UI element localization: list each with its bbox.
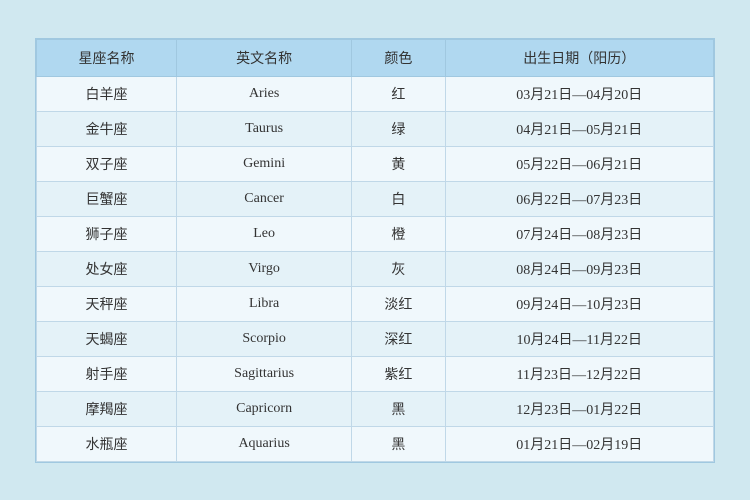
header-color: 颜色	[352, 39, 445, 76]
cell-english: Virgo	[177, 251, 352, 286]
cell-chinese: 水瓶座	[37, 426, 177, 461]
cell-chinese: 摩羯座	[37, 391, 177, 426]
table-body: 白羊座Aries红03月21日—04月20日金牛座Taurus绿04月21日—0…	[37, 76, 714, 461]
table-row: 天蝎座Scorpio深红10月24日—11月22日	[37, 321, 714, 356]
cell-english: Capricorn	[177, 391, 352, 426]
cell-chinese: 金牛座	[37, 111, 177, 146]
cell-color: 黑	[352, 391, 445, 426]
table-row: 双子座Gemini黄05月22日—06月21日	[37, 146, 714, 181]
cell-chinese: 处女座	[37, 251, 177, 286]
table-row: 处女座Virgo灰08月24日—09月23日	[37, 251, 714, 286]
table-row: 巨蟹座Cancer白06月22日—07月23日	[37, 181, 714, 216]
cell-date: 07月24日—08月23日	[445, 216, 713, 251]
cell-english: Aquarius	[177, 426, 352, 461]
cell-color: 黄	[352, 146, 445, 181]
cell-date: 04月21日—05月21日	[445, 111, 713, 146]
cell-date: 03月21日—04月20日	[445, 76, 713, 111]
cell-color: 紫红	[352, 356, 445, 391]
cell-english: Gemini	[177, 146, 352, 181]
table-row: 金牛座Taurus绿04月21日—05月21日	[37, 111, 714, 146]
cell-color: 白	[352, 181, 445, 216]
header-date: 出生日期（阳历）	[445, 39, 713, 76]
cell-date: 10月24日—11月22日	[445, 321, 713, 356]
cell-english: Taurus	[177, 111, 352, 146]
cell-color: 灰	[352, 251, 445, 286]
cell-chinese: 射手座	[37, 356, 177, 391]
cell-date: 12月23日—01月22日	[445, 391, 713, 426]
header-english: 英文名称	[177, 39, 352, 76]
table-header-row: 星座名称 英文名称 颜色 出生日期（阳历）	[37, 39, 714, 76]
cell-chinese: 巨蟹座	[37, 181, 177, 216]
cell-color: 深红	[352, 321, 445, 356]
cell-date: 11月23日—12月22日	[445, 356, 713, 391]
table-row: 水瓶座Aquarius黑01月21日—02月19日	[37, 426, 714, 461]
header-chinese: 星座名称	[37, 39, 177, 76]
cell-date: 06月22日—07月23日	[445, 181, 713, 216]
cell-english: Leo	[177, 216, 352, 251]
cell-english: Aries	[177, 76, 352, 111]
cell-chinese: 白羊座	[37, 76, 177, 111]
table-row: 天秤座Libra淡红09月24日—10月23日	[37, 286, 714, 321]
cell-english: Cancer	[177, 181, 352, 216]
cell-date: 05月22日—06月21日	[445, 146, 713, 181]
cell-english: Sagittarius	[177, 356, 352, 391]
table-row: 摩羯座Capricorn黑12月23日—01月22日	[37, 391, 714, 426]
cell-chinese: 天蝎座	[37, 321, 177, 356]
cell-color: 橙	[352, 216, 445, 251]
cell-date: 08月24日—09月23日	[445, 251, 713, 286]
cell-color: 红	[352, 76, 445, 111]
table-row: 狮子座Leo橙07月24日—08月23日	[37, 216, 714, 251]
cell-color: 绿	[352, 111, 445, 146]
cell-color: 淡红	[352, 286, 445, 321]
cell-english: Libra	[177, 286, 352, 321]
zodiac-table-container: 星座名称 英文名称 颜色 出生日期（阳历） 白羊座Aries红03月21日—04…	[35, 38, 715, 463]
zodiac-table: 星座名称 英文名称 颜色 出生日期（阳历） 白羊座Aries红03月21日—04…	[36, 39, 714, 462]
table-row: 射手座Sagittarius紫红11月23日—12月22日	[37, 356, 714, 391]
cell-date: 09月24日—10月23日	[445, 286, 713, 321]
cell-chinese: 狮子座	[37, 216, 177, 251]
cell-chinese: 天秤座	[37, 286, 177, 321]
cell-chinese: 双子座	[37, 146, 177, 181]
table-row: 白羊座Aries红03月21日—04月20日	[37, 76, 714, 111]
cell-date: 01月21日—02月19日	[445, 426, 713, 461]
cell-color: 黑	[352, 426, 445, 461]
cell-english: Scorpio	[177, 321, 352, 356]
